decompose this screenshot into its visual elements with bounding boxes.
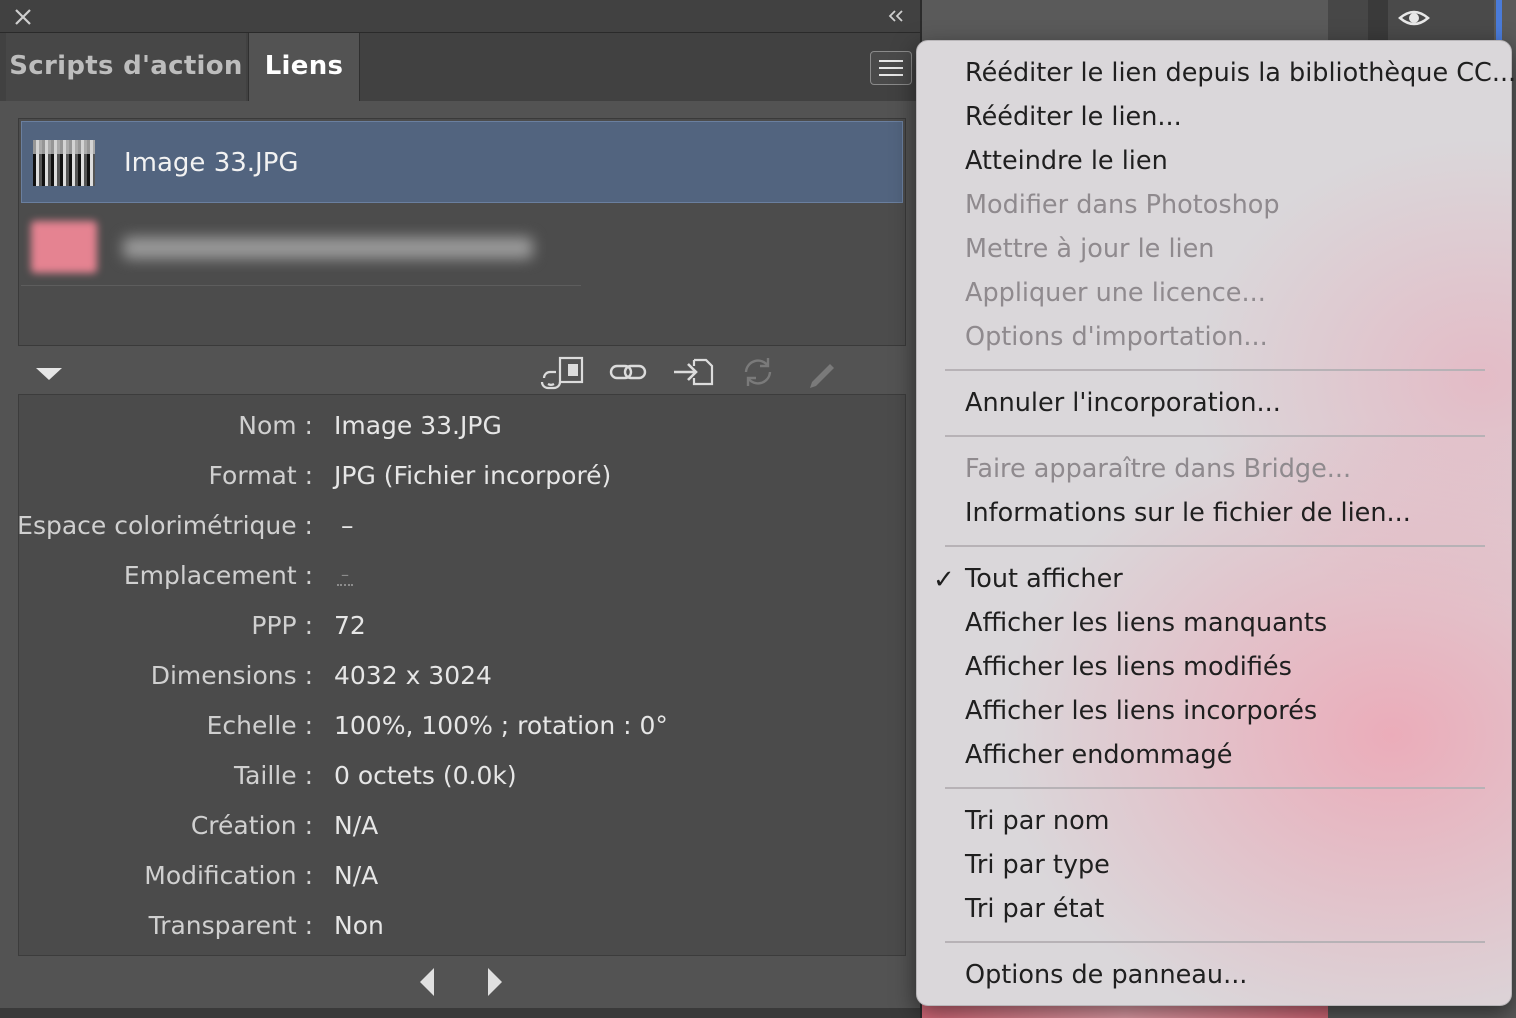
info-label: Création : [190, 811, 313, 840]
menu-item-reveal-in-bridge: Faire apparaître dans Bridge... [965, 454, 1352, 484]
info-label: Echelle : [206, 711, 313, 740]
info-value: 4032 x 3024 [334, 661, 492, 690]
menu-item-show-all[interactable]: Tout afficher [965, 559, 1123, 599]
info-row-espace-colorimetrique: Espace colorimétrique : – [17, 511, 907, 551]
info-label: Espace colorimétrique : [17, 511, 313, 540]
menu-separator [945, 435, 1485, 437]
tab-liens[interactable]: Liens [248, 33, 360, 101]
link-row[interactable] [21, 207, 903, 287]
tab-scripts-action[interactable]: Scripts d'action [6, 33, 246, 101]
relink-icon[interactable] [605, 354, 653, 390]
menu-item-relink[interactable]: Rééditer le lien... [965, 97, 1182, 137]
link-thumbnail-blurred [31, 221, 97, 273]
background-scroll-indicator [1496, 0, 1502, 40]
info-value: Non [334, 911, 384, 940]
collapse-panel-icon[interactable] [884, 7, 908, 25]
visibility-eye-icon[interactable] [1398, 6, 1430, 30]
link-row-selected[interactable]: Image 33.JPG [21, 121, 903, 203]
panel-menu-button[interactable] [870, 51, 912, 85]
info-row-transparent: Transparent : Non [19, 911, 907, 951]
info-label: Dimensions : [150, 661, 313, 690]
info-label: Emplacement : [123, 561, 313, 590]
menu-item-panel-options[interactable]: Options de panneau... [965, 955, 1247, 995]
links-panel: Scripts d'action Liens Image 33.JPG Nom … [0, 0, 922, 1018]
menu-separator [945, 369, 1485, 371]
panel-resize-edge[interactable] [0, 1008, 920, 1018]
info-value: N/A [334, 861, 379, 890]
info-value: 0 octets (0.0k) [334, 761, 517, 790]
info-label: PPP : [251, 611, 313, 640]
menu-item-import-options: Options d'importation... [965, 322, 1268, 352]
info-row-modification: Modification : N/A [19, 861, 907, 901]
info-row-taille: Taille : 0 octets (0.0k) [19, 761, 907, 801]
update-link-icon [744, 358, 772, 386]
link-info-section: Nom : Image 33.JPG Format : JPG (Fichier… [17, 394, 907, 956]
list-divider [21, 285, 581, 286]
location-link[interactable]: – [337, 565, 353, 586]
menu-item-show-missing[interactable]: Afficher les liens manquants [965, 603, 1327, 643]
info-label: Nom : [238, 411, 313, 440]
links-list: Image 33.JPG [18, 118, 906, 346]
info-label: Taille : [233, 761, 313, 790]
menu-item-show-modified[interactable]: Afficher les liens modifiés [965, 647, 1292, 687]
menu-separator [945, 941, 1485, 943]
panel-tab-bar: Scripts d'action Liens [0, 33, 920, 101]
menu-item-goto-link[interactable]: Atteindre le lien [965, 141, 1168, 181]
next-link-icon[interactable] [482, 964, 508, 1000]
menu-item-apply-license: Appliquer une licence... [965, 278, 1266, 308]
menu-item-unembed[interactable]: Annuler l'incorporation... [965, 383, 1281, 423]
info-value[interactable]: – [337, 565, 353, 586]
menu-item-sort-by-name[interactable]: Tri par nom [965, 801, 1110, 841]
link-name-blurred [123, 237, 533, 259]
info-row-format: Format : JPG (Fichier incorporé) [19, 461, 907, 501]
info-value: JPG (Fichier incorporé) [334, 461, 612, 490]
link-thumbnail [33, 140, 95, 186]
menu-item-show-embedded[interactable]: Afficher les liens incorporés [965, 691, 1317, 731]
info-value: Image 33.JPG [334, 411, 502, 440]
links-toolbar [0, 350, 920, 394]
info-value: 72 [334, 611, 366, 640]
link-name: Image 33.JPG [124, 148, 299, 178]
info-row-ppp: PPP : 72 [19, 611, 907, 651]
info-value: N/A [334, 811, 379, 840]
info-row-echelle: Echelle : 100%, 100% ; rotation : 0° [19, 711, 907, 751]
info-label: Format : [208, 461, 313, 490]
panel-flyout-menu: Rééditer le lien depuis la bibliothèque … [916, 40, 1516, 1006]
info-row-emplacement: Emplacement : – [19, 561, 907, 601]
info-label: Modification : [144, 861, 313, 890]
menu-item-show-damaged[interactable]: Afficher endommagé [965, 735, 1232, 775]
relink-cc-library-icon[interactable] [538, 354, 586, 390]
menu-item-relink-cc-library[interactable]: Rééditer le lien depuis la bibliothèque … [965, 53, 1516, 93]
goto-link-icon[interactable] [670, 354, 718, 390]
menu-item-link-file-info[interactable]: Informations sur le fichier de lien... [965, 493, 1411, 533]
menu-item-edit-in-photoshop: Modifier dans Photoshop [965, 190, 1280, 220]
menu-item-sort-by-status[interactable]: Tri par état [965, 889, 1104, 929]
info-value: – [341, 511, 354, 540]
checkmark-icon: ✓ [933, 565, 955, 595]
previous-link-icon[interactable] [414, 964, 440, 1000]
menu-item-update-link: Mettre à jour le lien [965, 234, 1215, 264]
info-label: Transparent : [148, 911, 313, 940]
info-row-creation: Création : N/A [19, 811, 907, 851]
edit-original-icon [810, 364, 834, 388]
menu-separator [945, 545, 1485, 547]
info-row-dimensions: Dimensions : 4032 x 3024 [19, 661, 907, 701]
menu-item-sort-by-type[interactable]: Tri par type [965, 845, 1110, 885]
close-icon[interactable] [12, 6, 34, 28]
menu-separator [945, 787, 1485, 789]
info-value: 100%, 100% ; rotation : 0° [334, 711, 668, 740]
info-row-nom: Nom : Image 33.JPG [19, 411, 907, 451]
disclosure-triangle-icon[interactable] [34, 366, 64, 382]
panel-title-bar [0, 0, 920, 33]
